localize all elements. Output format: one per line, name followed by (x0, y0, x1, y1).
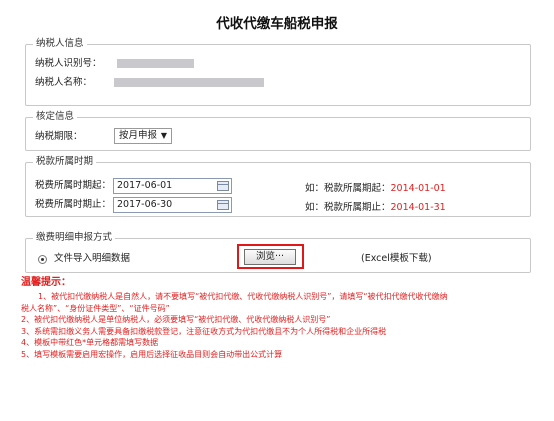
tip-line-1: 1、被代扣代缴纳税人是自然人，请不要填写“被代扣代缴、代收代缴纳税人识别号”，请… (38, 292, 448, 301)
period-start-label: 税费所属时期起： (35, 180, 112, 191)
period-start-value: 2017-06-01 (117, 180, 173, 191)
period-start-example: 如：税款所属期起：2014-01-01 (305, 180, 446, 194)
file-import-label: 文件导入明细数据 (54, 253, 131, 264)
tax-period-section: 税款所属时期 税费所属时期起： 2017-06-01 如：税款所属期起：2014… (25, 156, 531, 217)
tips-title: 温馨提示： (21, 277, 71, 288)
chevron-down-icon: ▼ (160, 131, 167, 140)
period-start-example-value: 2014-01-01 (390, 183, 446, 194)
verify-info-legend: 核定信息 (33, 111, 78, 123)
excel-template-link[interactable]: (Excel模板下载) (361, 252, 432, 266)
period-start-example-label: 如：税款所属期起： (305, 183, 391, 194)
taxpayer-info-section: 纳税人信息 纳税人识别号： 纳税人名称： (25, 38, 531, 106)
period-end-example-label: 如：税款所属期止： (305, 202, 391, 213)
period-type-value: 按月申报 (119, 130, 158, 141)
taxpayer-info-legend: 纳税人信息 (33, 38, 87, 50)
file-import-radio[interactable] (38, 255, 47, 264)
tax-period-legend: 税款所属时期 (33, 156, 97, 168)
taxpayer-id-redacted (116, 59, 194, 68)
taxpayer-id-row: 纳税人识别号： (35, 57, 194, 71)
tip-line-3: 3、系统需扣缴义务人需要具备扣缴税款登记，注意征收方式为代扣代缴且不为个人所得税… (21, 326, 387, 336)
tip-line-5: 5、填写模板需要启用宏操作，启用后选择征收品目则会自动带出公式计算 (21, 349, 283, 359)
tip-line-2: 2、被代扣代缴纳税人是单位纳税人，必须要填写“被代扣代缴、代收代缴纳税人识别号” (21, 315, 331, 324)
taxpayer-name-redacted (114, 78, 265, 87)
taxpayer-id-label: 纳税人识别号： (35, 58, 102, 69)
page-title: 代收代缴车船税申报 (216, 16, 338, 32)
period-end-input[interactable]: 2017-06-30 (113, 197, 232, 213)
taxpayer-name-label: 纳税人名称： (35, 77, 93, 88)
period-end-value: 2017-06-30 (117, 199, 173, 210)
calendar-icon[interactable] (217, 181, 229, 191)
period-end-example-value: 2014-01-31 (390, 202, 446, 213)
period-end-example: 如：税款所属期止：2014-01-31 (305, 199, 446, 213)
verify-info-section: 核定信息 纳税期限： 按月申报 ▼ (25, 111, 531, 151)
tip-line-1-cont: 税人名称”、“身份证件类型”、“证件号码” (21, 303, 170, 313)
period-end-label: 税费所属时期止： (35, 199, 112, 210)
calendar-icon[interactable] (217, 200, 229, 210)
browse-button[interactable]: 浏览··· (244, 249, 296, 265)
detail-method-legend: 缴费明细申报方式 (33, 232, 116, 244)
period-start-input[interactable]: 2017-06-01 (113, 178, 232, 194)
tips-section: 温馨提示： 1、被代扣代缴纳税人是自然人，请不要填写“被代扣代缴、代收代缴纳税人… (21, 276, 541, 360)
period-type-label: 纳税期限： (35, 131, 83, 142)
period-type-select[interactable]: 按月申报 ▼ (114, 128, 172, 144)
taxpayer-name-row: 纳税人名称： (35, 76, 265, 90)
tip-line-4: 4、模板中带红色*单元格都需填写数据 (21, 338, 159, 347)
